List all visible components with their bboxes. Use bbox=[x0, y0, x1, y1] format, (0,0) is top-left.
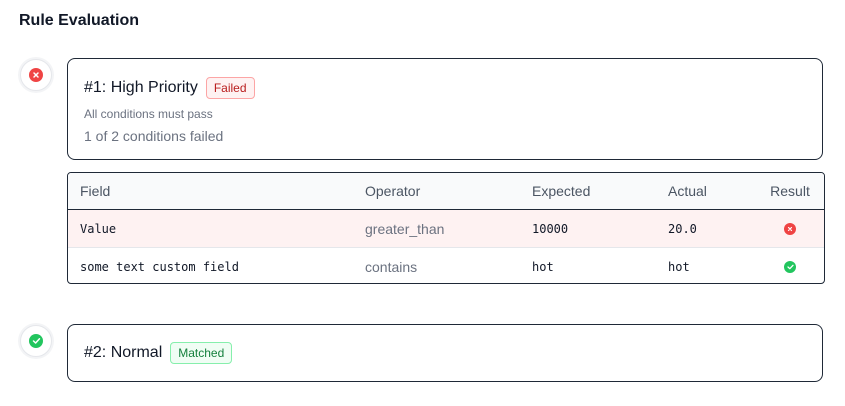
column-header-expected: Expected bbox=[520, 173, 656, 210]
check-circle-icon bbox=[29, 334, 43, 348]
x-circle-icon bbox=[29, 68, 43, 82]
rule-subtitle: All conditions must pass bbox=[84, 107, 213, 122]
cell-actual: 20.0 bbox=[656, 209, 756, 248]
x-circle-icon bbox=[784, 223, 796, 236]
cell-result bbox=[756, 248, 824, 284]
rule-title: #1: High Priority bbox=[84, 79, 198, 97]
table-header-row: Field Operator Expected Actual Result bbox=[68, 173, 824, 210]
status-badge-matched: Matched bbox=[170, 341, 233, 365]
cell-expected: hot bbox=[532, 259, 554, 274]
cell-operator: contains bbox=[365, 258, 418, 275]
table-row: Value greater_than 10000 20.0 bbox=[68, 209, 824, 248]
rule-card-2: #2: Normal Matched bbox=[67, 324, 823, 382]
cell-operator: greater_than bbox=[353, 209, 520, 248]
column-header-result: Result bbox=[756, 173, 824, 210]
rule-title: #2: Normal bbox=[84, 343, 163, 361]
cell-field: Value bbox=[68, 209, 353, 248]
cell-actual: hot bbox=[668, 259, 690, 274]
rule-card-1: #1: High Priority Failed All conditions … bbox=[67, 58, 823, 160]
rule-summary: 1 of 2 conditions failed bbox=[84, 128, 224, 145]
page-title: Rule Evaluation bbox=[19, 12, 140, 29]
check-circle-icon bbox=[784, 261, 796, 274]
column-header-field: Field bbox=[68, 173, 353, 210]
cell-field: some text custom field bbox=[80, 259, 239, 274]
rule-2-status-indicator bbox=[20, 325, 52, 357]
conditions-table: Field Operator Expected Actual Result Va… bbox=[67, 172, 825, 284]
rule-1-status-indicator bbox=[20, 59, 52, 91]
column-header-operator: Operator bbox=[353, 173, 520, 210]
column-header-actual: Actual bbox=[656, 173, 756, 210]
cell-expected: 10000 bbox=[520, 209, 656, 248]
status-badge-failed: Failed bbox=[205, 77, 255, 100]
cell-result bbox=[756, 209, 824, 248]
table-row: some text custom field contains hot hot bbox=[68, 248, 824, 284]
